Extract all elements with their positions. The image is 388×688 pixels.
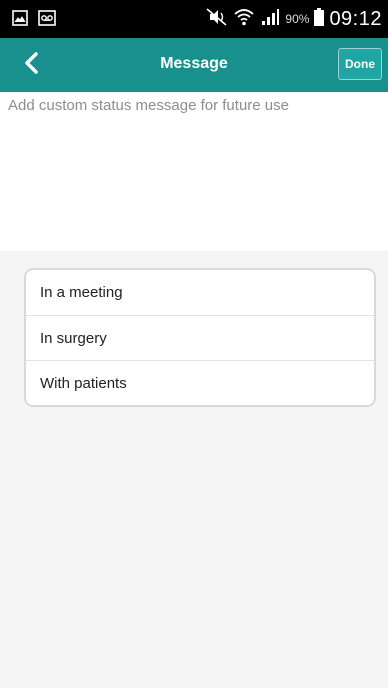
mute-icon: [206, 7, 228, 31]
preset-item-in-surgery[interactable]: In surgery: [26, 315, 374, 360]
preset-item-with-patients[interactable]: With patients: [26, 360, 374, 405]
preset-item-in-a-meeting[interactable]: In a meeting: [26, 270, 374, 315]
battery-icon: [314, 7, 325, 31]
page-title: Message: [160, 55, 228, 72]
preset-message-list: In a meeting In surgery With patients: [24, 268, 376, 407]
status-indicators: 90% 09:12: [206, 5, 382, 33]
status-notifications: [12, 10, 56, 31]
wifi-icon: [233, 7, 255, 32]
done-button[interactable]: Done: [338, 48, 382, 80]
message-area: [0, 92, 388, 251]
battery-percent: 90%: [285, 12, 310, 26]
app-bar: Message Done: [0, 38, 388, 92]
status-bar: 90% 09:12: [0, 0, 388, 38]
gallery-icon: [12, 10, 28, 31]
signal-icon: [260, 8, 280, 31]
status-message-input[interactable]: [8, 97, 380, 246]
voicemail-icon: [38, 10, 56, 31]
clock: 09:12: [329, 7, 382, 30]
